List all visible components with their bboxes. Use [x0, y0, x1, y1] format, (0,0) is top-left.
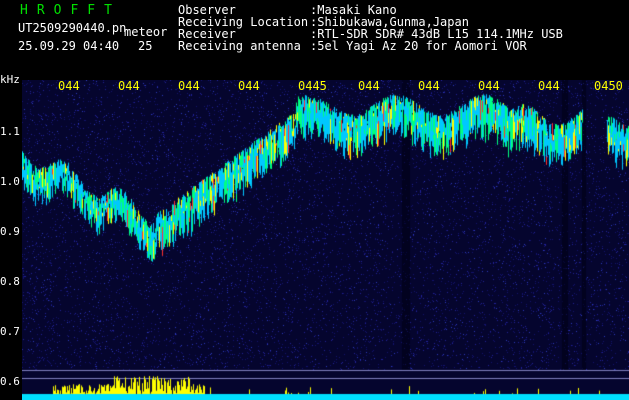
- frequency-label: 1.1: [0, 125, 20, 138]
- frequency-label: 0.8: [0, 275, 20, 288]
- antenna-value: :5el Yagi Az 20 for Aomori VOR: [310, 39, 527, 53]
- frequency-label: 0.6: [0, 375, 20, 388]
- detection-count: 25: [138, 39, 153, 53]
- app-brand: HROFFT: [20, 3, 121, 18]
- frequency-label: 1.0: [0, 175, 20, 188]
- antenna-label: Receiving antenna: [178, 39, 301, 53]
- frequency-label: 0.9: [0, 225, 20, 238]
- datetime: 25.09.29 04:40: [18, 39, 120, 53]
- filename-suffix: meteor: [124, 25, 168, 39]
- frequency-label: 0.7: [0, 325, 20, 338]
- spectrogram: [22, 80, 629, 400]
- frequency-unit: kHz: [0, 73, 20, 86]
- filename: UT2509290440.pn: [18, 21, 127, 35]
